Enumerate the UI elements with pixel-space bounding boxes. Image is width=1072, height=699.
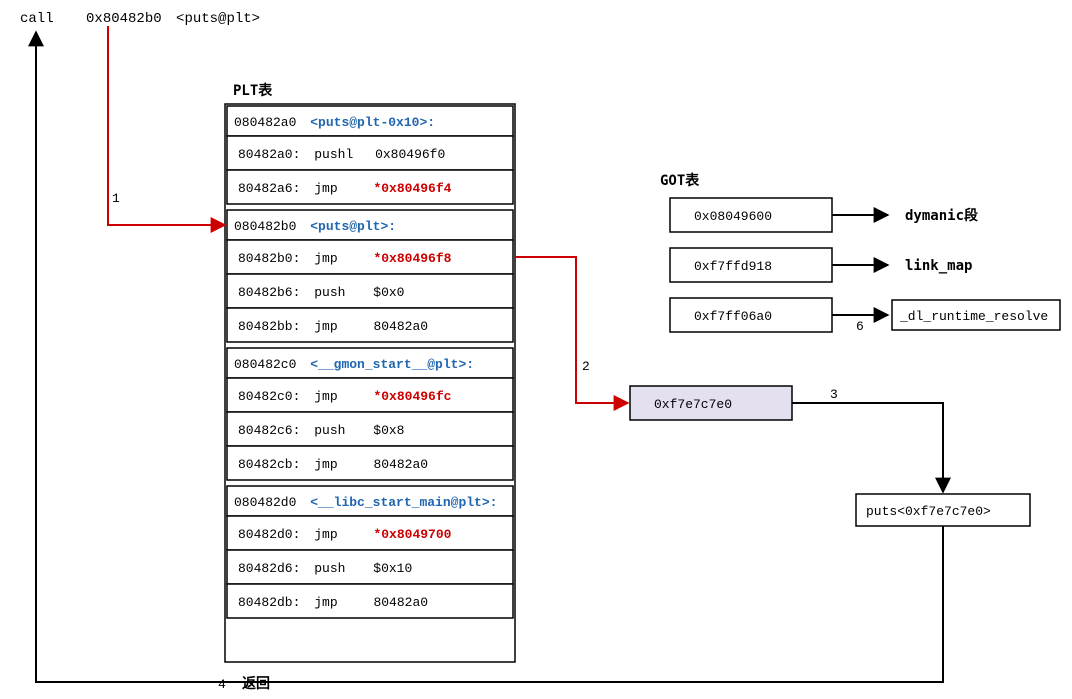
svg-text:0x08049600: 0x08049600: [694, 209, 772, 224]
got-target-value: 0xf7e7c7e0: [654, 397, 732, 412]
edge-1: [108, 26, 225, 225]
plt0-addr: 080482a0: [234, 115, 296, 130]
diagram-canvas: call 0x80482b0 <puts@plt> PLT表 080482a0 …: [0, 0, 1072, 699]
plt1-label: <puts@plt>:: [310, 219, 396, 234]
svg-text:80482cb: jmp 80482: 80482cb: jmp 80482a0: [238, 457, 428, 472]
svg-text:link_map: link_map: [905, 258, 972, 274]
svg-text:80482b6: push $0x0: 80482b6: push $0x0: [238, 285, 404, 300]
svg-text:0xf7ff06a0: 0xf7ff06a0: [694, 309, 772, 324]
svg-text:80482a6: jmp *0x80: 80482a6: jmp *0x80496f4: [238, 181, 452, 196]
svg-text:80482bb: jmp 80482: 80482bb: jmp 80482a0: [238, 319, 428, 334]
svg-text:080482d0 <__libc_start_m: 080482d0 <__libc_start_main@plt>:: [234, 495, 497, 510]
plt0-label: <puts@plt-0x10>:: [310, 115, 435, 130]
svg-text:80482b0: jmp *0x80: 80482b0: jmp *0x80496f8: [238, 251, 452, 266]
svg-text:_dl_runtime_resolve: _dl_runtime_resolve: [899, 309, 1048, 324]
edge-2: [515, 257, 628, 403]
resolved-label: puts<0xf7e7c7e0>: [866, 504, 991, 519]
edge6-label: 6: [856, 319, 864, 334]
svg-text:080482a0 <puts@plt-0x10>: 080482a0 <puts@plt-0x10>:: [234, 115, 435, 130]
call-mnemonic: call: [20, 11, 54, 27]
svg-text:080482b0 <puts@plt>:: 080482b0 <puts@plt>:: [234, 219, 396, 234]
svg-text:80482d0: jmp *0x80: 80482d0: jmp *0x8049700: [238, 527, 452, 542]
edge-3: [792, 403, 943, 492]
svg-text:80482c0: jmp *0x80: 80482c0: jmp *0x80496fc: [238, 389, 452, 404]
svg-text:80482c6: push $0x8: 80482c6: push $0x8: [238, 423, 404, 438]
plt-title: PLT表: [233, 82, 273, 99]
svg-text:80482a0: pushl 0x8: 80482a0: pushl 0x80496f0: [238, 147, 445, 162]
svg-text:0xf7ffd918: 0xf7ffd918: [694, 259, 772, 274]
edge-2-label: 2: [582, 359, 590, 374]
call-line: call 0x80482b0 <puts@plt>: [20, 11, 260, 27]
svg-text:dymanic段: dymanic段: [905, 207, 978, 224]
got-table: 0x08049600 dymanic段 0xf7ffd918 link_map …: [670, 198, 1060, 334]
edge-3-label: 3: [830, 387, 838, 402]
edge-4-num: 4: [218, 677, 226, 692]
got-title: GOT表: [660, 172, 700, 189]
edge-1-label: 1: [112, 191, 120, 206]
svg-text:80482db: jmp 80482: 80482db: jmp 80482a0: [238, 595, 428, 610]
svg-text:080482c0 <__gmon_start__: 080482c0 <__gmon_start__@plt>:: [234, 357, 474, 372]
svg-text:80482d6: push $0x1: 80482d6: push $0x10: [238, 561, 412, 576]
plt-table: 080482a0 <puts@plt-0x10>: 80482a0: pushl…: [225, 104, 515, 662]
call-target-addr: 0x80482b0: [86, 11, 162, 27]
edge-4-text: 返回: [242, 675, 270, 692]
plt1-addr: 080482b0: [234, 219, 296, 234]
call-target-label: <puts@plt>: [176, 11, 260, 27]
